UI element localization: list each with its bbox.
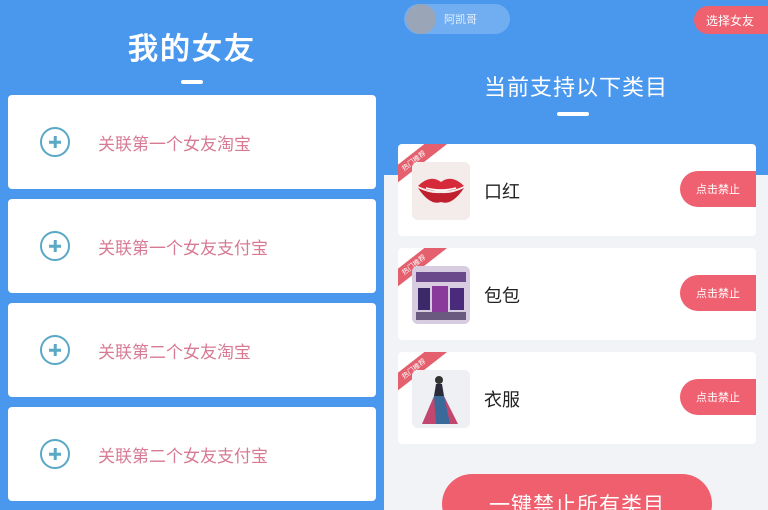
add-icon xyxy=(40,231,70,261)
add-icon xyxy=(40,335,70,365)
user-name: 阿凯哥 xyxy=(444,13,477,26)
link-card-label: 关联第一个女友支付宝 xyxy=(98,238,268,259)
link-card-1[interactable]: 关联第一个女友淘宝 xyxy=(8,95,376,189)
title-underline xyxy=(181,80,203,84)
category-name: 包包 xyxy=(484,286,520,307)
forbid-button[interactable]: 点击禁止 xyxy=(680,275,756,311)
title-underline xyxy=(557,112,589,116)
link-card-4[interactable]: 关联第二个女友支付宝 xyxy=(8,407,376,501)
panel-title: 我的女友 xyxy=(128,32,256,67)
category-card-clothes: 热门推荐 衣服 点击禁止 xyxy=(398,352,756,444)
forbid-all-button[interactable]: 一键禁止所有类目 xyxy=(442,474,712,510)
user-badge[interactable]: 阿凯哥 xyxy=(404,4,510,34)
category-card-bags: 热门推荐 包包 点击禁止 xyxy=(398,248,756,340)
select-girlfriend-button[interactable]: 选择女友 xyxy=(694,6,768,34)
forbid-button[interactable]: 点击禁止 xyxy=(680,379,756,415)
forbid-button[interactable]: 点击禁止 xyxy=(680,171,756,207)
link-card-2[interactable]: 关联第一个女友支付宝 xyxy=(8,199,376,293)
add-icon xyxy=(40,439,70,469)
lipstick-thumbnail xyxy=(412,162,470,220)
add-icon xyxy=(40,127,70,157)
link-card-label: 关联第一个女友淘宝 xyxy=(98,134,251,155)
clothes-thumbnail xyxy=(412,370,470,428)
link-card-label: 关联第二个女友淘宝 xyxy=(98,342,251,363)
category-title: 当前支持以下类目 xyxy=(483,76,668,101)
category-card-lipstick: 热门推荐 口红 点击禁止 xyxy=(398,144,756,236)
category-name: 口红 xyxy=(484,182,520,203)
bags-thumbnail xyxy=(412,266,470,324)
category-name: 衣服 xyxy=(484,390,520,411)
link-card-3[interactable]: 关联第二个女友淘宝 xyxy=(8,303,376,397)
avatar xyxy=(406,4,436,34)
link-card-label: 关联第二个女友支付宝 xyxy=(98,446,268,467)
